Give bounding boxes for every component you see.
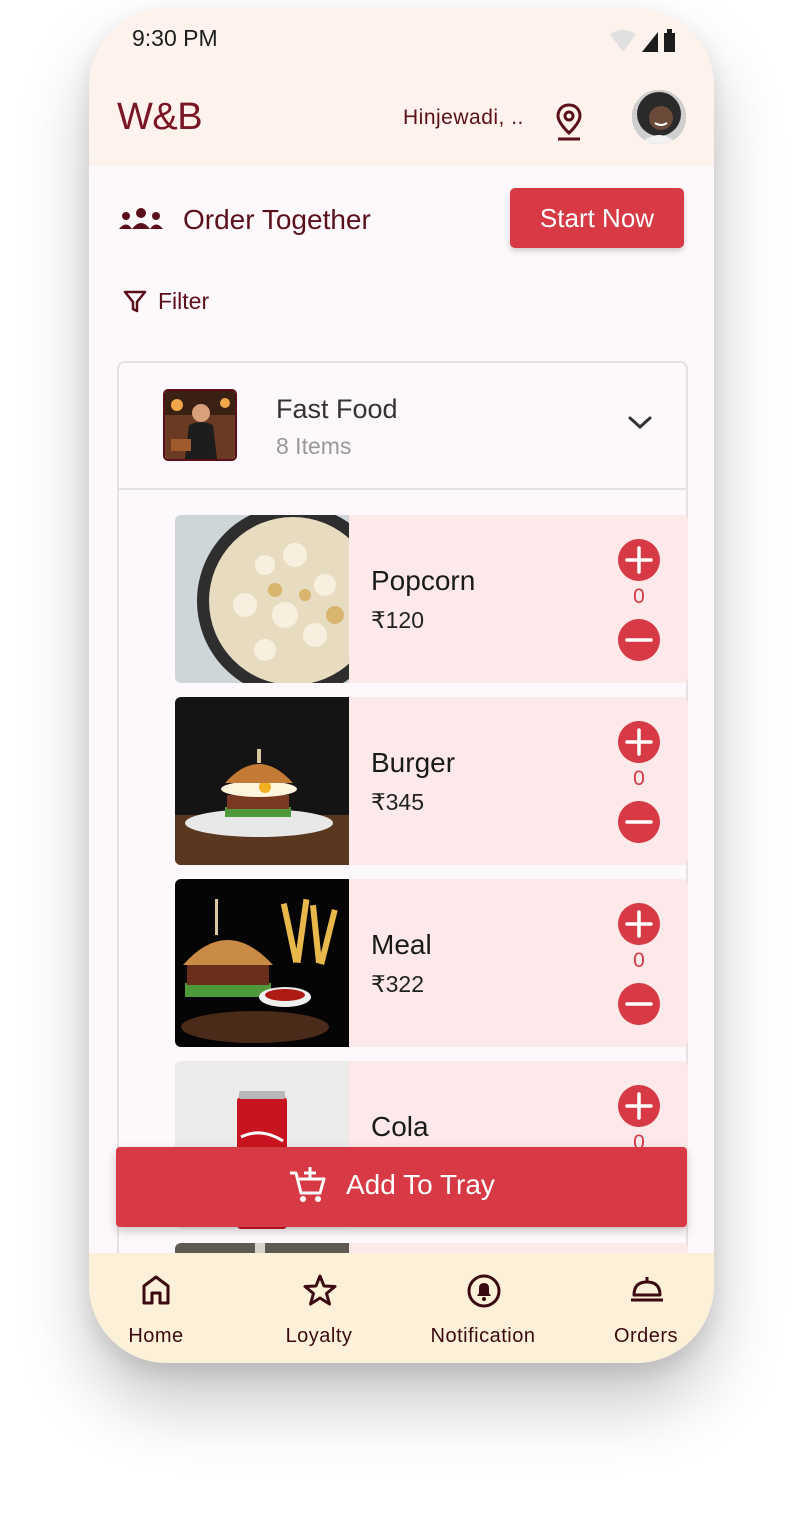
star-icon [303,1274,337,1306]
app-logo[interactable]: W&B [117,96,203,139]
nav-label: Notification [430,1325,536,1347]
add-to-tray-button[interactable]: Add To Tray [116,1147,687,1227]
order-together-label: Order Together [183,204,371,235]
filter-icon [123,290,147,313]
category-count: 8 Items [276,433,352,459]
nav-loyalty[interactable]: Loyalty [244,1253,394,1363]
item-price: ₹120 [371,607,425,633]
category-thumbnail [163,389,237,461]
increment-button[interactable] [618,1085,660,1127]
avatar[interactable] [632,90,686,144]
item-name: Burger [371,747,456,778]
increment-button[interactable] [618,539,660,581]
location-pin-icon[interactable] [555,102,583,142]
item-price: ₹322 [371,971,425,997]
category-title: Fast Food [276,394,398,424]
cart-add-icon [290,1167,326,1202]
menu-item: Burger ₹345 0 [175,697,688,865]
increment-button[interactable] [618,903,660,945]
minus-icon [625,1002,653,1006]
top-bar: 9:30 PM W&B Hinjewadi, .. [89,8,714,166]
item-price: ₹345 [371,789,425,815]
plus-icon [625,1092,653,1120]
nav-notification[interactable]: Notification [408,1253,558,1363]
quantity-value: 0 [633,585,645,608]
minus-icon [625,638,653,642]
decrement-button[interactable] [618,619,660,661]
add-to-tray-label: Add To Tray [346,1169,495,1200]
nav-label: Orders [613,1325,679,1347]
start-now-button[interactable]: Start Now [510,188,684,248]
nav-home[interactable]: Home [89,1253,231,1363]
quantity-value: 0 [633,949,645,972]
filter-label: Filter [158,288,210,314]
menu-item: Meal ₹322 0 [175,879,688,1047]
home-icon [142,1275,170,1305]
meal-image [175,879,349,1047]
nav-label: Loyalty [285,1325,353,1347]
decrement-button[interactable] [618,801,660,843]
status-time: 9:30 PM [132,25,218,51]
nav-orders[interactable]: Orders [571,1253,714,1363]
quantity-stepper: 0 [618,539,662,661]
item-name: Popcorn [371,565,476,596]
plus-icon [625,728,653,756]
plus-icon [625,546,653,574]
category-header[interactable]: Fast Food 8 Items [119,363,686,490]
group-icon [119,208,163,229]
phone-screen: 9:30 PM W&B Hinjewadi, .. Order Together… [89,8,714,1363]
cloche-icon [631,1277,663,1302]
item-name: Cola [371,1111,429,1142]
status-icons [610,29,675,52]
bottom-nav: Home Loyalty Notification Orders [89,1253,714,1363]
menu-item: Popcorn ₹120 0 [175,515,688,683]
quantity-stepper: 0 [618,721,662,843]
item-name: Meal [371,929,432,960]
plus-icon [625,910,653,938]
popcorn-image [175,515,349,683]
bell-icon [467,1274,501,1308]
decrement-button[interactable] [618,983,660,1025]
quantity-stepper: 0 [618,903,662,1025]
minus-icon [625,820,653,824]
category-card: Fast Food 8 Items Popcorn ₹120 0 Burger … [117,361,688,1363]
increment-button[interactable] [618,721,660,763]
burger-image [175,697,349,865]
quantity-value: 0 [633,767,645,790]
chevron-down-icon[interactable] [627,415,653,431]
location-text[interactable]: Hinjewadi, .. [403,106,524,130]
nav-label: Home [128,1325,184,1347]
